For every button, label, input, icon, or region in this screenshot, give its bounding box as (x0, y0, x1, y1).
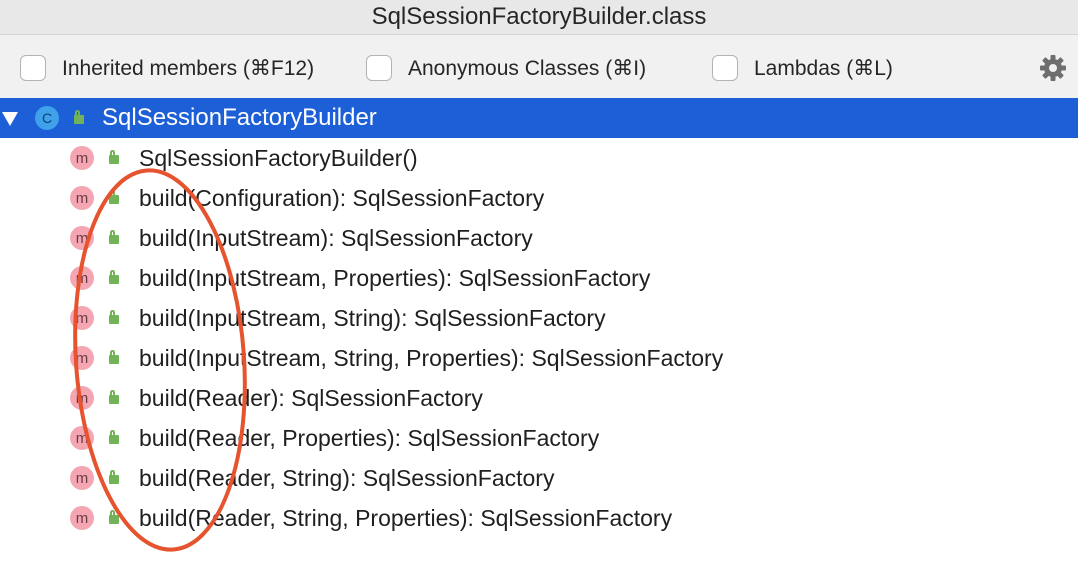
member-signature: build(Reader, String, Properties): SqlSe… (139, 505, 673, 531)
public-lock-icon (107, 470, 121, 484)
public-lock-icon (107, 510, 121, 524)
member-signature: build(Reader, Properties): SqlSessionFac… (139, 425, 600, 451)
member-signature: build(Configuration): SqlSessionFactory (139, 185, 545, 211)
public-lock-icon (107, 390, 121, 404)
public-lock-icon (107, 150, 121, 164)
method-icon-letter: m (75, 229, 89, 247)
class-icon-letter: C (41, 110, 53, 126)
lambdas-checkbox[interactable] (712, 55, 738, 81)
tree-member-row[interactable]: m build(InputStream, Properties): SqlSes… (0, 258, 1078, 298)
window-title: SqlSessionFactoryBuilder.class (371, 3, 707, 30)
method-icon-letter: m (75, 429, 89, 447)
filter-toolbar: Inherited members (⌘F12) Anonymous Class… (0, 34, 1078, 99)
method-icon-letter: m (75, 509, 89, 527)
public-lock-icon (107, 310, 121, 324)
member-signature: build(InputStream): SqlSessionFactory (139, 225, 533, 251)
method-icon: m (70, 306, 94, 330)
method-icon-letter: m (75, 469, 89, 487)
tree-class-node[interactable]: C SqlSessionFactoryBuilder (0, 98, 1078, 138)
method-icon: m (70, 466, 94, 490)
tree-member-row[interactable]: m build(InputStream): SqlSessionFactory (0, 218, 1078, 258)
inherited-members-option[interactable]: Inherited members (⌘F12) (20, 55, 314, 81)
gear-icon[interactable] (1039, 54, 1067, 82)
lambdas-option[interactable]: Lambdas (⌘L) (712, 55, 893, 81)
member-signature: build(InputStream, String, Properties): … (139, 345, 724, 371)
method-icon-letter: m (75, 149, 89, 167)
method-icon: m (70, 506, 94, 530)
public-lock-icon (72, 110, 86, 124)
inherited-members-label: Inherited members (⌘F12) (62, 56, 315, 80)
method-icon: m (70, 226, 94, 250)
method-icon-letter: m (75, 269, 89, 287)
tree-member-row[interactable]: m build(Reader): SqlSessionFactory (0, 378, 1078, 418)
method-icon-letter: m (75, 309, 89, 327)
public-lock-icon (107, 190, 121, 204)
method-icon-letter: m (75, 349, 89, 367)
window-title-bar: SqlSessionFactoryBuilder.class (0, 0, 1078, 34)
anonymous-classes-option[interactable]: Anonymous Classes (⌘I) (366, 55, 646, 81)
method-icon: m (70, 266, 94, 290)
tree-member-row[interactable]: m build(Configuration): SqlSessionFactor… (0, 178, 1078, 218)
method-icon: m (70, 186, 94, 210)
tree-member-row[interactable]: m build(Reader, String): SqlSessionFacto… (0, 458, 1078, 498)
class-icon: C (35, 106, 59, 130)
method-icon: m (70, 346, 94, 370)
member-signature: build(Reader, String): SqlSessionFactory (139, 465, 555, 491)
public-lock-icon (107, 430, 121, 444)
member-signature: build(Reader): SqlSessionFactory (139, 385, 483, 411)
tree-member-row[interactable]: m build(Reader, Properties): SqlSessionF… (0, 418, 1078, 458)
member-signature: build(InputStream, String): SqlSessionFa… (139, 305, 606, 331)
tree-member-row[interactable]: m SqlSessionFactoryBuilder() (0, 138, 1078, 178)
inherited-members-checkbox[interactable] (20, 55, 46, 81)
expand-arrow-icon[interactable] (2, 112, 18, 126)
method-icon: m (70, 386, 94, 410)
class-name: SqlSessionFactoryBuilder (102, 104, 377, 131)
tree-member-row[interactable]: m build(Reader, String, Properties): Sql… (0, 498, 1078, 538)
method-icon-letter: m (75, 189, 89, 207)
method-icon: m (70, 426, 94, 450)
member-signature: build(InputStream, Properties): SqlSessi… (139, 265, 651, 291)
tree-member-row[interactable]: m build(InputStream, String): SqlSession… (0, 298, 1078, 338)
member-signature: SqlSessionFactoryBuilder() (139, 145, 418, 171)
tree-member-row[interactable]: m build(InputStream, String, Properties)… (0, 338, 1078, 378)
public-lock-icon (107, 270, 121, 284)
lambdas-label: Lambdas (⌘L) (754, 56, 893, 80)
anonymous-classes-label: Anonymous Classes (⌘I) (408, 56, 647, 80)
public-lock-icon (107, 350, 121, 364)
method-icon: m (70, 146, 94, 170)
method-icon-letter: m (75, 389, 89, 407)
public-lock-icon (107, 230, 121, 244)
anonymous-classes-checkbox[interactable] (366, 55, 392, 81)
